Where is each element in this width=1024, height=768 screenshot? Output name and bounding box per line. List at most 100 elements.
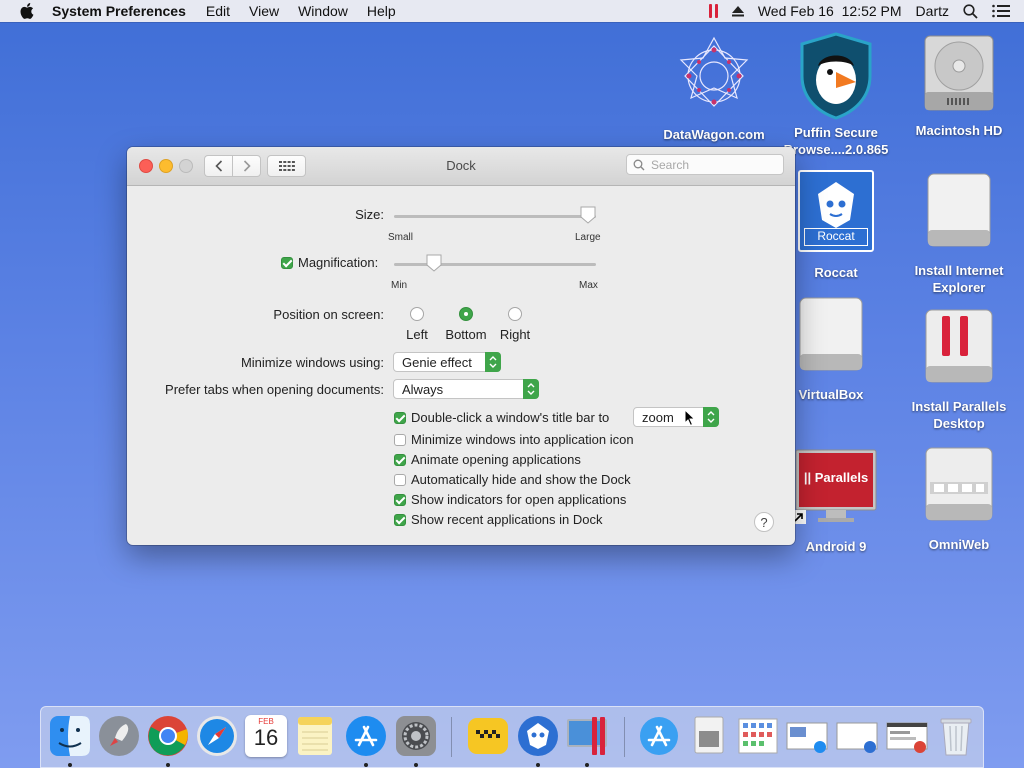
desktop-icon-omniweb[interactable]: OmniWeb: [903, 446, 1015, 553]
magnification-slider-thumb[interactable]: [426, 254, 442, 272]
dock-preferences-window: Dock Size: Small Large Magnification: Mi…: [127, 147, 795, 545]
size-min-label: Small: [388, 232, 414, 243]
position-right-label: Right: [499, 327, 531, 342]
safari-icon[interactable]: [196, 715, 238, 757]
downloads-stack-icon[interactable]: [687, 715, 729, 757]
chrome-icon[interactable]: [147, 715, 189, 757]
double-click-checkbox[interactable]: Double-click a window's title bar to: [394, 410, 609, 425]
running-indicator: [536, 763, 540, 767]
magnification-checkbox[interactable]: Magnification:: [281, 255, 378, 270]
applications-folder-icon[interactable]: [638, 715, 680, 757]
roccat-icon: Roccat: [798, 170, 874, 252]
position-bottom-label: Bottom: [445, 327, 487, 342]
app-store-icon[interactable]: [345, 715, 387, 757]
minimized-window-icon[interactable]: [836, 715, 878, 757]
launchpad-icon[interactable]: [98, 715, 140, 757]
desktop-icon-macintosh-hd[interactable]: Macintosh HD: [903, 34, 1015, 139]
prefer-tabs-popup[interactable]: Always: [393, 379, 539, 399]
magnification-min-label: Min: [391, 280, 408, 291]
double-click-checkbox-box[interactable]: [394, 411, 406, 424]
checkbox-box[interactable]: [394, 513, 406, 526]
minimize-into-icon-checkbox[interactable]: Minimize windows into application icon: [394, 432, 634, 447]
show-indicators-checkbox[interactable]: Show indicators for open applications: [394, 492, 626, 507]
double-click-action-popup[interactable]: zoom: [633, 407, 719, 427]
checkbox-label: Minimize windows into application icon: [411, 432, 634, 447]
popup-arrows-icon: [703, 407, 719, 427]
search-input[interactable]: [649, 156, 773, 173]
prefer-tabs-label: Prefer tabs when opening documents:: [165, 382, 384, 397]
roccat-dock-icon[interactable]: [517, 715, 559, 757]
desktop-icon-label: DataWagon.com: [663, 127, 765, 142]
desktop-icon-label: OmniWeb: [928, 537, 990, 552]
desktop-icon-label: Install Parallels Desktop: [911, 399, 1007, 431]
menubar-clock[interactable]: Wed Feb 16 12:52 PM: [758, 3, 902, 19]
show-recent-apps-checkbox[interactable]: Show recent applications in Dock: [394, 512, 603, 527]
auto-hide-dock-checkbox[interactable]: Automatically hide and show the Dock: [394, 472, 631, 487]
position-right-radio[interactable]: [508, 307, 522, 321]
apps-stack-icon[interactable]: [737, 715, 779, 757]
menubar-user[interactable]: Dartz: [916, 3, 949, 19]
search-field[interactable]: [626, 154, 784, 175]
menu-window[interactable]: Window: [298, 3, 348, 19]
desktop-icon-android-9[interactable]: || Parallels Android 9: [780, 448, 892, 555]
notification-center-icon[interactable]: [992, 4, 1010, 18]
roccat-badge: Roccat: [804, 228, 868, 246]
position-label: Position on screen:: [273, 307, 384, 322]
minimize-effect-popup[interactable]: Genie effect: [393, 352, 501, 372]
puffin-browser-icon: [796, 32, 876, 120]
animate-opening-checkbox[interactable]: Animate opening applications: [394, 452, 581, 467]
dock-separator: [451, 717, 452, 757]
menu-view[interactable]: View: [249, 3, 279, 19]
desktop-icon-install-ie[interactable]: Install Internet Explorer: [903, 172, 1015, 296]
desktop-icon-roccat[interactable]: Roccat Roccat: [780, 170, 892, 281]
window-titlebar[interactable]: Dock: [127, 147, 795, 186]
minimize-using-label: Minimize windows using:: [240, 355, 384, 370]
checkbox-box[interactable]: [394, 433, 406, 446]
menu-edit[interactable]: Edit: [206, 3, 230, 19]
dock-separator: [624, 717, 625, 757]
minimize-effect-value: Genie effect: [402, 354, 472, 370]
finder-icon[interactable]: [49, 715, 91, 757]
running-indicator: [166, 763, 170, 767]
popup-arrows-icon: [523, 379, 539, 399]
omniweb-disk-icon: [924, 446, 994, 526]
parallels-badge: || Parallels: [803, 470, 869, 485]
parallels-vm-dock-icon[interactable]: [566, 715, 608, 757]
running-indicator: [585, 763, 589, 767]
minimized-window-icon[interactable]: [886, 715, 928, 757]
checkbox-box[interactable]: [394, 473, 406, 486]
datawagon-icon: [669, 32, 759, 122]
menu-help[interactable]: Help: [367, 3, 396, 19]
dock: FEB 16: [40, 706, 984, 768]
checkbox-label: Show recent applications in Dock: [411, 512, 603, 527]
checkbox-box[interactable]: [394, 453, 406, 466]
calendar-day: 16: [253, 725, 279, 750]
help-button[interactable]: ?: [754, 512, 774, 532]
size-slider-thumb[interactable]: [580, 206, 596, 224]
taxi-app-icon[interactable]: [467, 715, 509, 757]
parallels-status-icon[interactable]: [708, 4, 718, 18]
desktop-icon-install-parallels[interactable]: Install Parallels Desktop: [903, 308, 1015, 432]
system-preferences-icon[interactable]: [395, 715, 437, 757]
notes-icon[interactable]: [294, 715, 336, 757]
eject-icon[interactable]: [731, 5, 744, 17]
magnification-slider[interactable]: [394, 263, 596, 266]
size-slider[interactable]: [394, 215, 596, 218]
trash-icon[interactable]: [935, 715, 977, 757]
desktop-icon-puffin[interactable]: Puffin Secure Browse....2.0.865: [780, 32, 892, 158]
magnification-checkbox-box[interactable]: [281, 256, 293, 269]
checkbox-box[interactable]: [394, 493, 406, 506]
position-left-radio[interactable]: [410, 307, 424, 321]
position-bottom-radio[interactable]: [459, 307, 473, 321]
calendar-icon[interactable]: FEB 16: [245, 715, 287, 757]
running-indicator: [68, 763, 72, 767]
popup-arrows-icon: [485, 352, 501, 372]
menu-app-name[interactable]: System Preferences: [52, 3, 186, 19]
apple-menu-icon[interactable]: [20, 3, 36, 19]
desktop-icon-datawagon[interactable]: DataWagon.com: [658, 32, 770, 143]
spotlight-search-icon[interactable]: [963, 3, 978, 19]
parallels-vm-icon: || Parallels: [792, 448, 878, 528]
minimized-window-icon[interactable]: [786, 715, 828, 757]
desktop-icon-label: Roccat: [814, 265, 858, 280]
prefer-tabs-value: Always: [402, 381, 444, 397]
